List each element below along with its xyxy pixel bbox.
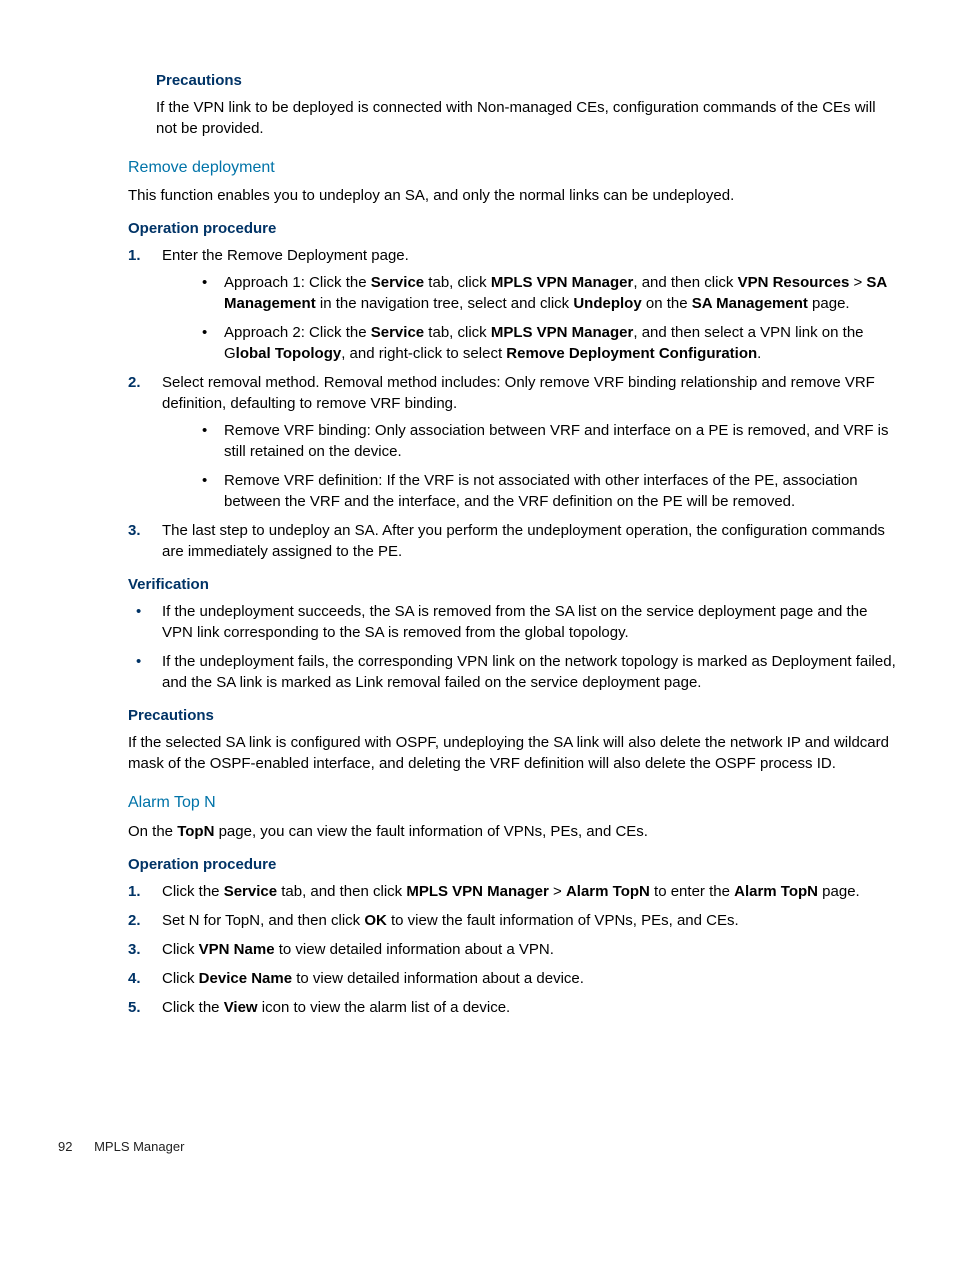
step-2-bullets: Remove VRF binding: Only association bet… bbox=[162, 420, 900, 512]
alarm-step-1: 1. Click the Service tab, and then click… bbox=[128, 881, 900, 902]
page-content: Precautions If the VPN link to be deploy… bbox=[0, 0, 954, 1196]
step-text: Enter the Remove Deployment page. bbox=[162, 247, 409, 264]
remove-steps: 1. Enter the Remove Deployment page. App… bbox=[128, 245, 900, 562]
step-1-bullets: Approach 1: Click the Service tab, click… bbox=[162, 272, 900, 364]
approach-1: Approach 1: Click the Service tab, click… bbox=[162, 272, 900, 314]
step-number: 2. bbox=[128, 372, 141, 393]
step-number: 4. bbox=[128, 968, 141, 989]
page-number: 92 bbox=[58, 1139, 72, 1154]
approach-2: Approach 2: Click the Service tab, click… bbox=[162, 322, 900, 364]
bullet-remove-definition: Remove VRF definition: If the VRF is not… bbox=[162, 470, 900, 512]
verification-bullets: If the undeployment succeeds, the SA is … bbox=[128, 601, 900, 693]
step-number: 3. bbox=[128, 520, 141, 541]
step-text: The last step to undeploy an SA. After y… bbox=[162, 522, 885, 560]
step-number: 1. bbox=[128, 881, 141, 902]
step-3: 3. The last step to undeploy an SA. Afte… bbox=[128, 520, 900, 562]
remove-intro: This function enables you to undeploy an… bbox=[128, 185, 900, 206]
step-text: Select removal method. Removal method in… bbox=[162, 374, 875, 412]
verification-success: If the undeployment succeeds, the SA is … bbox=[128, 601, 900, 643]
alarm-step-4: 4. Click Device Name to view detailed in… bbox=[128, 968, 900, 989]
heading-remove-deployment: Remove deployment bbox=[128, 157, 900, 179]
step-number: 2. bbox=[128, 910, 141, 931]
heading-alarm-topn: Alarm Top N bbox=[128, 792, 900, 814]
step-1: 1. Enter the Remove Deployment page. App… bbox=[128, 245, 900, 364]
heading-operation-procedure-2: Operation procedure bbox=[128, 854, 900, 875]
heading-operation-procedure: Operation procedure bbox=[128, 218, 900, 239]
step-number: 5. bbox=[128, 997, 141, 1018]
alarm-step-2: 2. Set N for TopN, and then click OK to … bbox=[128, 910, 900, 931]
alarm-intro: On the TopN page, you can view the fault… bbox=[128, 821, 900, 842]
page-footer: 92 MPLS Manager bbox=[58, 1138, 900, 1156]
precautions-text: If the VPN link to be deployed is connec… bbox=[156, 97, 900, 139]
footer-title: MPLS Manager bbox=[94, 1139, 184, 1154]
precautions-text-2: If the selected SA link is configured wi… bbox=[128, 732, 900, 774]
heading-verification: Verification bbox=[128, 574, 900, 595]
alarm-step-5: 5. Click the View icon to view the alarm… bbox=[128, 997, 900, 1018]
heading-precautions: Precautions bbox=[156, 70, 900, 91]
step-number: 1. bbox=[128, 245, 141, 266]
bullet-remove-binding: Remove VRF binding: Only association bet… bbox=[162, 420, 900, 462]
heading-precautions-2: Precautions bbox=[128, 705, 900, 726]
verification-fail: If the undeployment fails, the correspon… bbox=[128, 651, 900, 693]
alarm-step-3: 3. Click VPN Name to view detailed infor… bbox=[128, 939, 900, 960]
step-2: 2. Select removal method. Removal method… bbox=[128, 372, 900, 512]
alarm-steps: 1. Click the Service tab, and then click… bbox=[128, 881, 900, 1018]
step-number: 3. bbox=[128, 939, 141, 960]
